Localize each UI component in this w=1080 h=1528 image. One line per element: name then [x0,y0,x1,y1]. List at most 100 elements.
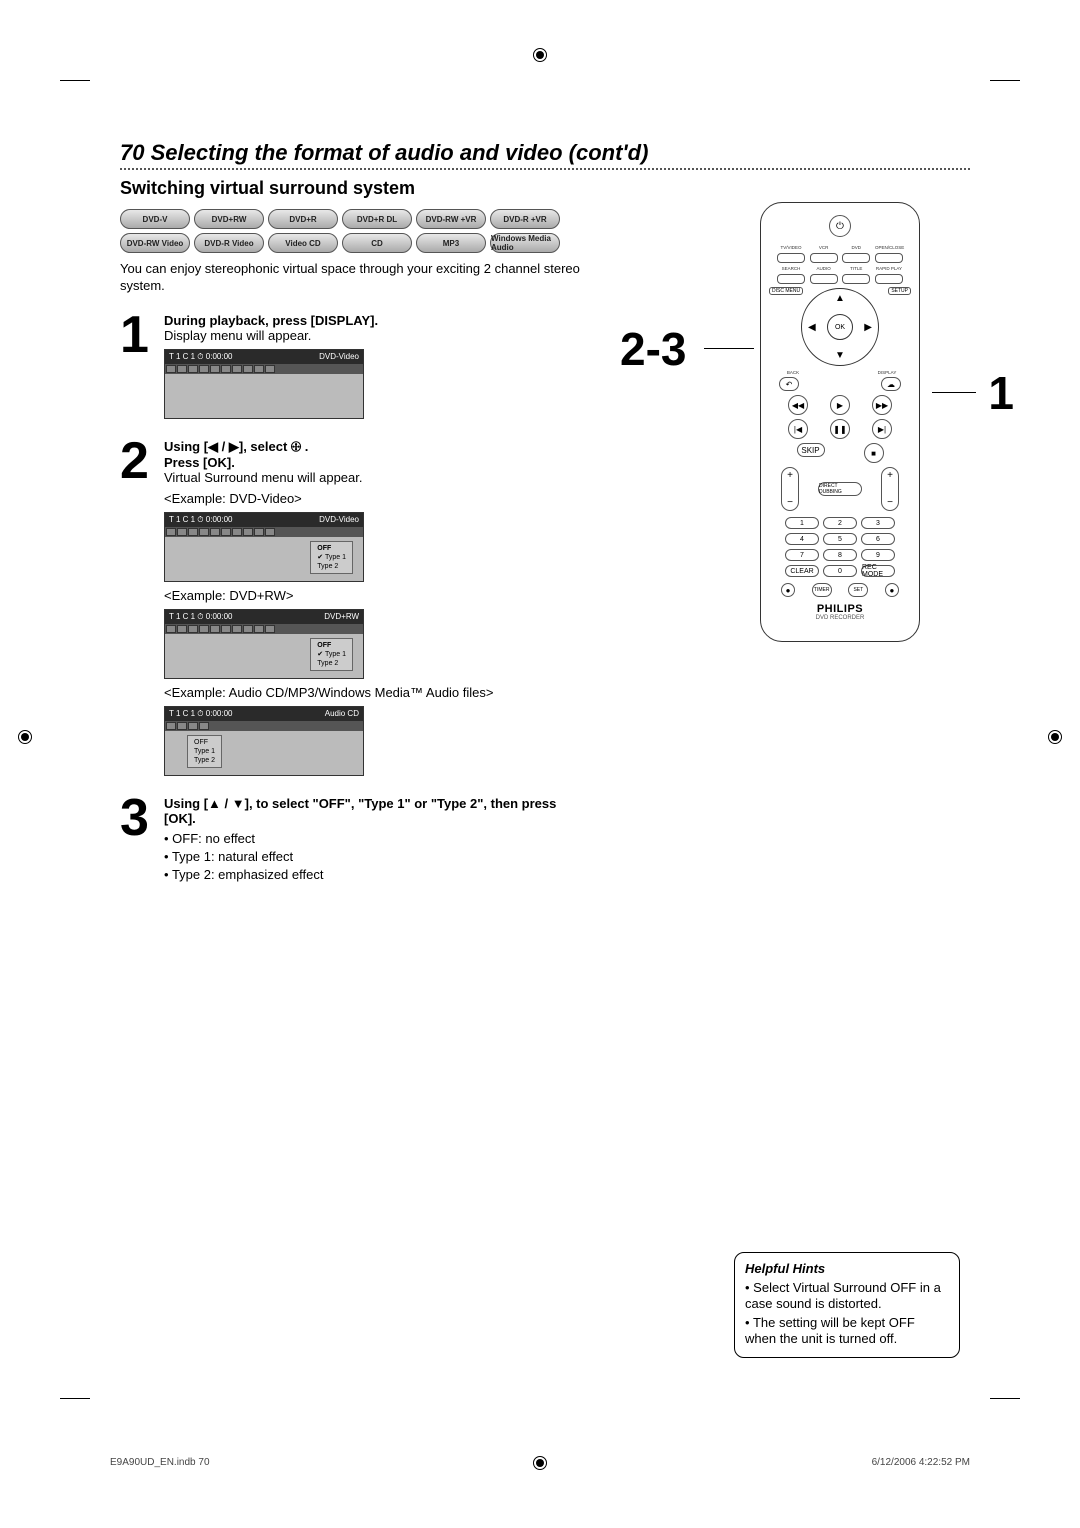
channel: +− [881,467,899,511]
page-footer: E9A90UD_EN.indb 70 6/12/2006 4:22:52 PM [110,1457,970,1468]
back-button: ↶ [779,377,799,391]
key-7: 7 [785,549,819,561]
menu-type2: Type 2 [317,659,346,668]
print-registration-left [18,730,32,744]
print-registration-right [1048,730,1062,744]
brand-sub-label: DVD RECORDER [771,615,909,621]
remote-illustration: 2-3 1 ⏻ TV/VIDEO VCR DVD OPEN/CLOSE SEAR… [710,202,970,642]
badge: DVD-R Video [194,233,264,253]
key-2: 2 [823,517,857,529]
label: RAPID PLAY [875,266,903,271]
menu-type1: Type 1 [194,747,215,756]
key-clear: CLEAR [785,565,819,577]
surround-menu: OFF Type 1 Type 2 [310,541,353,574]
menu-type2: Type 2 [194,756,215,765]
menu-type1: Type 1 [317,650,346,659]
power-icon: ⏻ [829,215,851,237]
badge: DVD-RW +VR [416,209,486,229]
label: TV/VIDEO [777,245,805,250]
key-0: 0 [823,565,857,577]
dotted-divider [120,168,970,170]
osd-display: T 1 C 1 ⏱ 0:00:00 DVD-Video [164,349,364,419]
effect-list: OFF: no effect Type 1: natural effect Ty… [164,830,564,885]
badge: Video CD [268,233,338,253]
osd-label: DVD-Video [319,352,359,362]
key-9: 9 [861,549,895,561]
vcr-rec-button: ● [781,583,795,597]
callout-2-3: 2-3 [620,322,686,376]
label: VCR [810,245,838,250]
display-label: DISPLAY [873,370,901,375]
pause-button: ❚❚ [830,419,850,439]
display-button: ☁ [881,377,901,391]
remote-button [875,274,903,284]
osd-display: T 1 C 1 ⏱ 0:00:00 DVD-Video OFF Type 1 T… [164,512,364,582]
key-recmode: REC MODE [861,565,895,577]
key-5: 5 [823,533,857,545]
label: DVD [842,245,870,250]
page-content: 70 Selecting the format of audio and vid… [120,140,970,898]
stop-button: ■ [864,443,884,463]
timer-button: TIMER [812,583,832,597]
label: TITLE [842,266,870,271]
menu-type2: Type 2 [317,562,346,571]
osd-info: T 1 C 1 ⏱ 0:00:00 [169,515,232,525]
key-8: 8 [823,549,857,561]
ffw-button: ▶▶ [872,395,892,415]
surround-menu: OFF Type 1 Type 2 [310,638,353,671]
example-label: <Example: DVD-Video> [164,491,564,506]
osd-label: Audio CD [325,709,359,719]
skip-button: SKIP [797,443,825,457]
step2-line3: Virtual Surround menu will appear. [164,470,363,485]
print-registration-top [533,48,547,62]
osd-display: T 1 C 1 ⏱ 0:00:00 Audio CD OFF Type 1 Ty… [164,706,364,776]
label: SEARCH [777,266,805,271]
badge: DVD-V [120,209,190,229]
step3-instruction: Using [▲ / ▼], to select "OFF", "Type 1"… [164,796,556,826]
disc-menu-label: DISC MENU [769,287,803,295]
osd-info: T 1 C 1 ⏱ 0:00:00 [169,352,232,362]
media-badges: DVD-V DVD+RW DVD+R DVD+R DL DVD-RW +VR D… [120,209,580,253]
crop-mark [60,80,90,110]
footer-left: E9A90UD_EN.indb 70 [110,1457,210,1468]
hint-item: The setting will be kept OFF when the un… [745,1315,949,1348]
tv-vol: +− [781,467,799,511]
title-text: Selecting the format of audio and video … [151,140,649,165]
footer-right: 6/12/2006 4:22:52 PM [872,1457,970,1468]
brand-label: PHILIPS [771,603,909,615]
crop-mark [60,1398,90,1428]
step2-line1: Using [◀ / ▶], select 🕀 . [164,439,308,454]
key-1: 1 [785,517,819,529]
effect-type1: Type 1: natural effect [164,848,564,866]
crop-mark [990,80,1020,110]
remote-button [777,274,805,284]
example-label: <Example: Audio CD/MP3/Windows Media™ Au… [164,685,564,700]
section-subtitle: Switching virtual surround system [120,178,970,199]
page-title: 70 Selecting the format of audio and vid… [120,140,970,166]
keypad: 1 2 3 4 5 6 7 8 9 CLEAR 0 REC MODE [785,517,895,577]
badge: MP3 [416,233,486,253]
step2-line2: Press [OK]. [164,455,235,470]
dubbing-button: DIRECT DUBBING [818,482,862,496]
osd-info: T 1 C 1 ⏱ 0:00:00 [169,612,232,622]
intro-text: You can enjoy stereophonic virtual space… [120,261,580,295]
crop-mark [990,1398,1020,1428]
remote-button [842,274,870,284]
set-button: SET [848,583,868,597]
effect-type2: Type 2: emphasized effect [164,866,564,884]
setup-label: SETUP [888,287,911,295]
nav-ring: ▲ ▼ ◀ ▶ OK [801,288,879,366]
badge: CD [342,233,412,253]
osd-label: DVD-Video [319,515,359,525]
osd-display: T 1 C 1 ⏱ 0:00:00 DVD+RW OFF Type 1 Type… [164,609,364,679]
next-button: ▶| [872,419,892,439]
osd-info: T 1 C 1 ⏱ 0:00:00 [169,709,232,719]
badge: DVD-R +VR [490,209,560,229]
badge: DVD-RW Video [120,233,190,253]
surround-menu: OFF Type 1 Type 2 [187,735,222,768]
helpful-hints: Helpful Hints Select Virtual Surround OF… [734,1252,960,1358]
osd-label: DVD+RW [324,612,359,622]
osd-iconbar [165,364,363,374]
badge: DVD+RW [194,209,264,229]
remote-button [810,274,838,284]
